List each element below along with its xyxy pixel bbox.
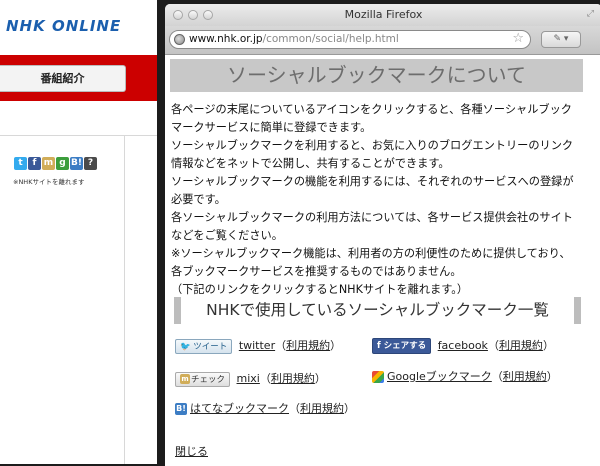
mixi-check-button[interactable]: m チェック [175,371,231,387]
hatena-terms-link[interactable]: 利用規約 [300,402,344,415]
description-line: マークサービスに簡単に登録できます。 [171,121,372,134]
divider [0,135,157,136]
facebook-f-icon: f [377,341,381,351]
facebook-link[interactable]: facebook [438,339,488,352]
twitter-terms-link[interactable]: 利用規約 [286,339,330,352]
service-mixi: m チェック mixi（利用規約） [175,370,326,387]
twitter-icon[interactable]: t [14,157,27,170]
description-line: ソーシャルブックマークを利用すると、お気に入りのブログエントリーのリンク [171,139,574,152]
help-page-content: ソーシャルブックマークについて 各ページの末尾についているアイコンをクリックする… [165,55,600,466]
mixi-icon[interactable]: m [42,157,55,170]
description-line: 各ページの末尾についているアイコンをクリックすると、各種ソーシャルブック [171,103,572,116]
service-twitter: 🐦 ツイート twitter（利用規約） [175,337,341,354]
hatena-bookmark-icon[interactable]: B! [175,403,187,415]
google-bookmark-icon[interactable] [372,371,384,383]
twitter-link[interactable]: twitter [239,339,275,352]
mixi-check-label: チェック [191,374,226,385]
tweet-button[interactable]: 🐦 ツイート [175,338,233,354]
share-button[interactable]: f シェアする [372,338,432,354]
description-line: 各ソーシャルブックマークの利用方法については、各サービス提供会社のサイト [171,211,573,224]
extension-button[interactable]: ✎ ▾ [541,31,581,48]
description-line: 各ブックマークサービスを推奨するものではありません。 [171,265,462,278]
bookmark-star-icon[interactable]: ☆ [512,31,524,46]
column-divider [124,136,125,464]
google-terms-link[interactable]: 利用規約 [503,370,547,383]
description-text: 各ページの末尾についているアイコンをクリックすると、各種ソーシャルブック マークサ… [171,101,583,299]
title-bar: Mozilla Firefox ⤢ [165,4,600,26]
service-facebook: f シェアする facebook（利用規約） [372,337,554,354]
description-line: ※ソーシャルブックマーク機能は、利用者の方の利便性のために提供しており、 [171,247,571,260]
share-button-label: シェアする [383,341,427,351]
facebook-icon[interactable]: f [28,157,41,170]
url-bar[interactable]: www.nhk.or.jp/common/social/help.html ☆ [169,30,531,49]
tweet-button-label: ツイート [193,341,228,352]
close-link[interactable]: 閉じる [175,443,208,459]
mixi-icon: m [180,374,190,384]
service-hatena: B! はてなブックマーク（利用規約） [175,402,355,415]
facebook-terms-link[interactable]: 利用規約 [499,339,543,352]
help-icon[interactable]: ? [84,157,97,170]
background-page: NHK ONLINE 番組紹介 t f m g B!? ※NHKサイトを離れます [0,0,157,464]
description-line: などをご覧ください。 [171,229,283,242]
site-identity-icon[interactable] [174,34,185,45]
google-bookmark-icon[interactable]: g [56,157,69,170]
hatena-icon[interactable]: B! [70,157,83,170]
description-line: 情報などをネットで公開し、共有することができます。 [171,157,450,170]
url-text[interactable]: www.nhk.or.jp/common/social/help.html [189,33,399,45]
hatena-bookmark-link[interactable]: はてなブックマーク [190,402,289,415]
service-list-heading: NHKで使用しているソーシャルブックマーク一覧 [174,297,581,324]
page-title: ソーシャルブックマークについて [170,59,583,92]
mixi-terms-link[interactable]: 利用規約 [271,372,315,385]
twitter-bird-icon: 🐦 [180,341,191,352]
window-title: Mozilla Firefox [344,8,423,21]
url-domain: www.nhk.or.jp [189,33,263,45]
firefox-popup-window: Mozilla Firefox ⤢ www.nhk.or.jp/common/s… [165,4,600,466]
google-bookmark-link[interactable]: Googleブックマーク [387,370,492,383]
description-line: 必要です。 [171,193,226,206]
description-line: ソーシャルブックマークの機能を利用するには、それぞれのサービスへの登録が [171,175,574,188]
global-nav-bar: 番組紹介 [0,55,157,101]
fullscreen-icon[interactable]: ⤢ [587,9,594,19]
leave-site-note: ※NHKサイトを離れます [13,178,85,186]
service-google-bookmark: Googleブックマーク（利用規約） [372,368,558,384]
url-path: /common/social/help.html [262,33,399,45]
social-share-icons: t f m g B!? [14,157,97,170]
nhk-online-logo[interactable]: NHK ONLINE [6,17,121,35]
nav-tab-programs[interactable]: 番組紹介 [0,65,126,92]
mixi-link[interactable]: mixi [237,372,260,385]
navigation-toolbar: www.nhk.or.jp/common/social/help.html ☆ … [165,26,600,55]
